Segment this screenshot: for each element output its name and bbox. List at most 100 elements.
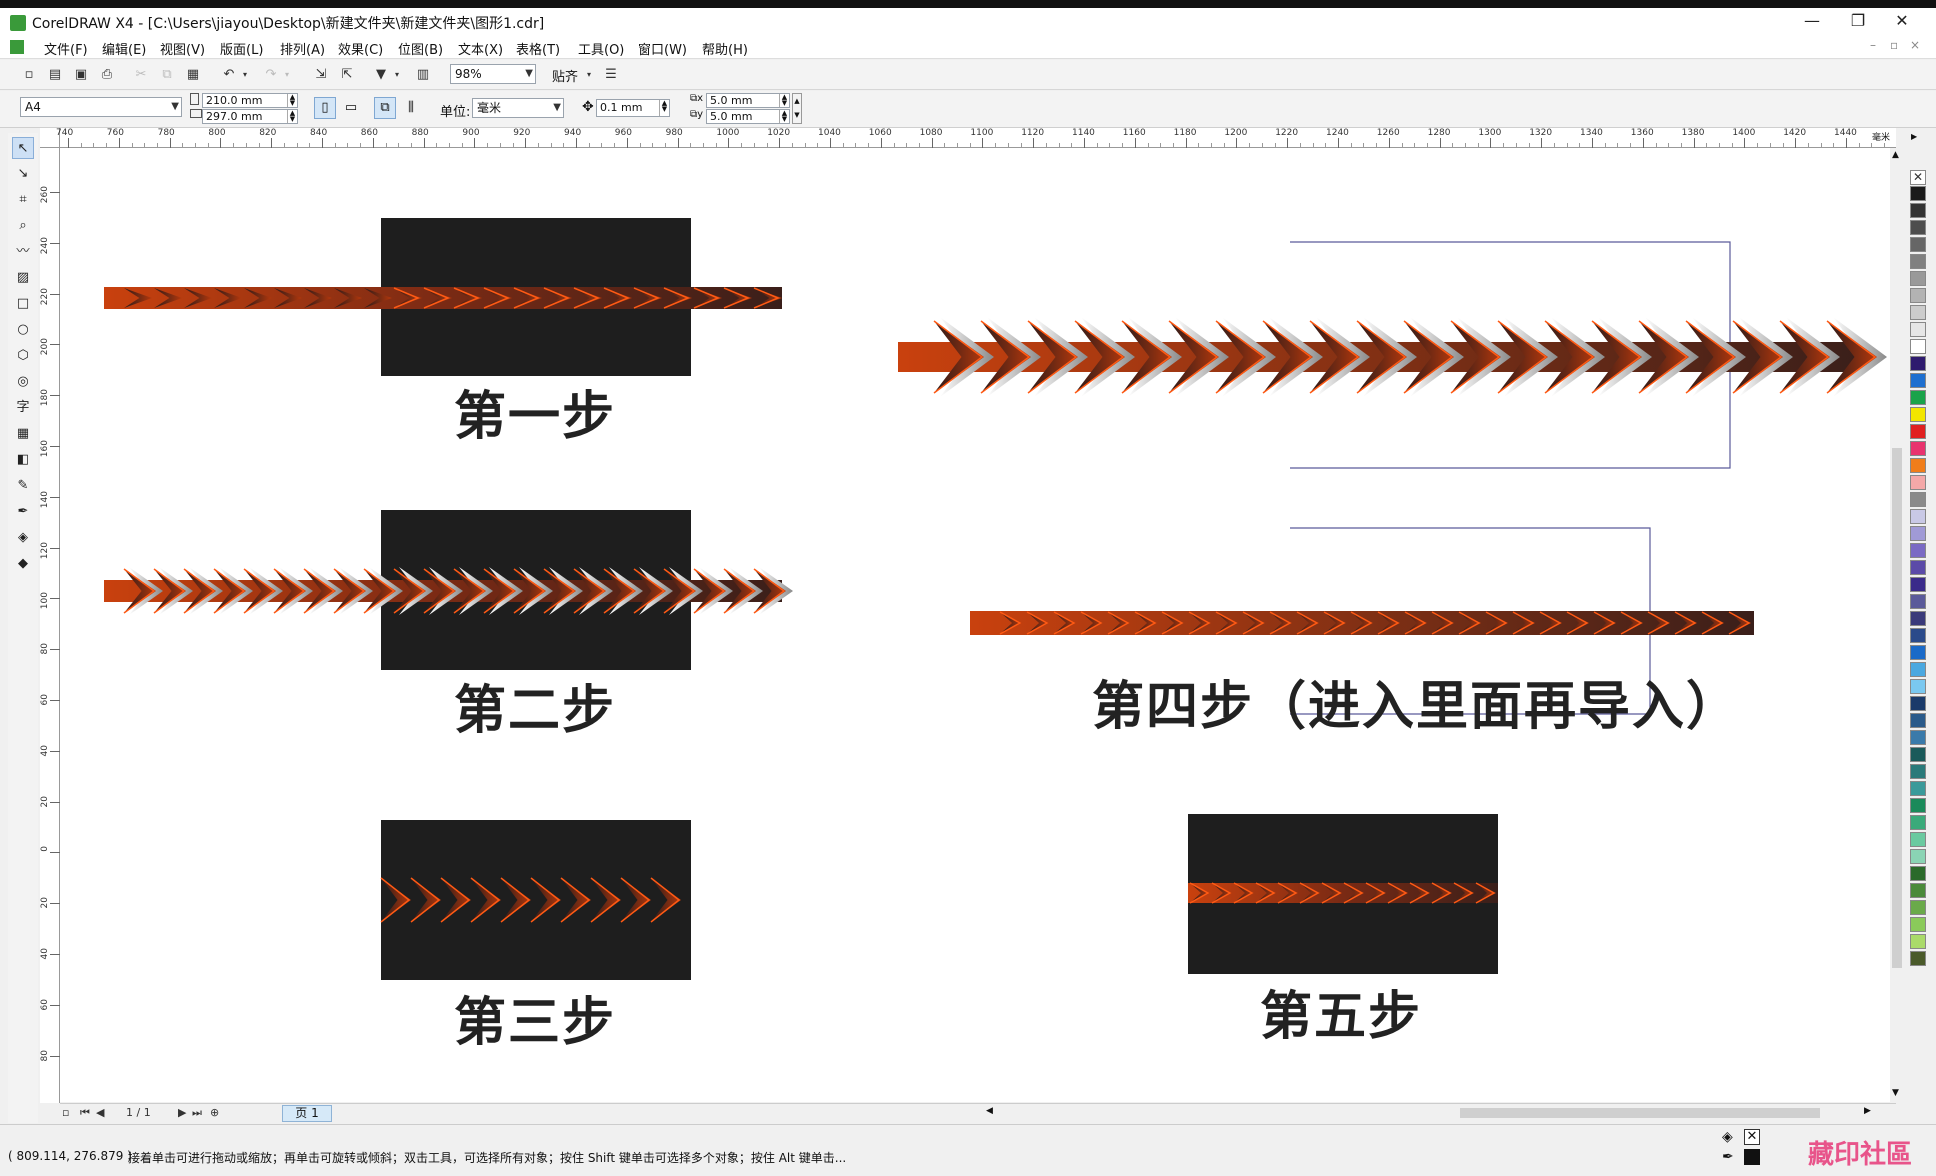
landscape-button[interactable]: ▭ [340, 97, 362, 119]
palette-swatch[interactable] [1910, 288, 1926, 303]
spin-arrows-icon[interactable]: ▲ ▼ [287, 94, 297, 107]
basic-shapes-tool-icon[interactable]: ◎ [12, 371, 34, 393]
undo-icon[interactable]: ↶ [220, 66, 238, 84]
palette-swatch[interactable] [1910, 441, 1926, 456]
first-page-icon[interactable]: ⏮ [80, 1106, 90, 1120]
palette-swatch[interactable] [1910, 475, 1926, 490]
palette-swatch[interactable] [1910, 866, 1926, 881]
redo-icon[interactable]: ↷ [262, 66, 280, 84]
menu-item-8[interactable]: 表格(T) [516, 39, 560, 58]
palette-swatch[interactable] [1910, 815, 1926, 830]
palette-swatch[interactable] [1910, 458, 1926, 473]
freehand-tool-icon[interactable]: 〰 [12, 241, 34, 263]
menu-item-9[interactable]: 工具(O) [578, 39, 624, 58]
menu-item-5[interactable]: 效果(C) [338, 39, 383, 58]
launcher-dropdown-icon[interactable]: ▾ [392, 66, 402, 84]
current-page-button[interactable]: ⫼ [400, 97, 422, 119]
save-icon[interactable]: ▣ [72, 66, 90, 84]
palette-swatch[interactable] [1910, 509, 1926, 524]
menu-item-10[interactable]: 窗口(W) [638, 39, 687, 58]
palette-swatch[interactable] [1910, 611, 1926, 626]
pick-tool-icon[interactable]: ↖ [12, 137, 34, 159]
scroll-right-icon[interactable]: ▶ [1864, 1106, 1871, 1116]
table-tool-icon[interactable]: ▦ [12, 423, 34, 445]
last-page-icon[interactable]: ⏭ [192, 1106, 202, 1120]
outline-color-swatch[interactable] [1744, 1149, 1760, 1165]
spin-arrows-icon[interactable]: ▲ ▼ [287, 110, 297, 123]
cut-icon[interactable]: ✂ [132, 66, 150, 84]
smart-fill-tool-icon[interactable]: ▨ [12, 267, 34, 289]
palette-swatch[interactable] [1910, 713, 1926, 728]
palette-swatch[interactable] [1910, 917, 1926, 932]
menu-item-7[interactable]: 文本(X) [458, 39, 503, 58]
palette-swatch[interactable] [1910, 628, 1926, 643]
no-fill-icon[interactable]: ✕ [1744, 1129, 1760, 1145]
palette-swatch[interactable] [1910, 526, 1926, 541]
crop-tool-icon[interactable]: ⌗ [12, 189, 34, 211]
print-icon[interactable]: ⎙ [98, 66, 116, 84]
shape-tool-icon[interactable]: ↘ [12, 163, 34, 185]
palette-swatch[interactable] [1910, 662, 1926, 677]
palette-swatch[interactable] [1910, 594, 1926, 609]
import-icon[interactable]: ⇲ [312, 66, 330, 84]
open-icon[interactable]: ▤ [46, 66, 64, 84]
palette-swatch[interactable] [1910, 560, 1926, 575]
palette-swatch[interactable] [1910, 696, 1926, 711]
menu-item-11[interactable]: 帮助(H) [702, 39, 748, 58]
all-pages-button[interactable]: ⧉ [374, 97, 396, 119]
doc-restore-button[interactable]: ▫ [1890, 38, 1898, 52]
menu-item-2[interactable]: 视图(V) [160, 39, 205, 58]
palette-swatch[interactable] [1910, 730, 1926, 745]
palette-swatch[interactable] [1910, 781, 1926, 796]
page-width-field[interactable]: 210.0 mm ▲ ▼ [202, 93, 298, 108]
vertical-ruler[interactable]: 260 240 220 200 180 160 140 120 100 80 60 40 20 0 20 40… [40, 148, 60, 1103]
options-icon[interactable]: ☰ [602, 66, 620, 84]
palette-swatch[interactable] [1910, 492, 1926, 507]
palette-swatch[interactable] [1910, 764, 1926, 779]
palette-swatch[interactable] [1910, 424, 1926, 439]
redo-dropdown-icon[interactable]: ▾ [282, 66, 292, 84]
palette-swatch[interactable] [1910, 390, 1926, 405]
application-launcher-icon[interactable]: ▼ [372, 66, 390, 84]
spin-arrows-icon[interactable]: ▲ ▼ [659, 100, 669, 116]
scroll-down-icon[interactable]: ▼ [1892, 1088, 1899, 1098]
palette-swatch[interactable] [1910, 747, 1926, 762]
palette-swatch[interactable] [1910, 798, 1926, 813]
portrait-button[interactable]: ▯ [314, 97, 336, 119]
menu-item-0[interactable]: 文件(F) [44, 39, 88, 58]
spin-arrows-icon[interactable]: ▲ ▼ [779, 94, 789, 107]
menu-item-3[interactable]: 版面(L) [220, 39, 263, 58]
palette-swatch[interactable] [1910, 373, 1926, 388]
eyedropper-tool-icon[interactable]: ✎ [12, 475, 34, 497]
duplicate-y-field[interactable]: 5.0 mm ▲ ▼ [706, 109, 790, 124]
drawing-canvas[interactable]: 第一步 第二步 第三步 第四步（进入里面再导入） 第五步 [60, 148, 1896, 1102]
ellipse-tool-icon[interactable]: ○ [12, 319, 34, 341]
text-tool-icon[interactable]: 字 [12, 397, 34, 419]
zoom-tool-icon[interactable]: ⌕ [12, 215, 34, 237]
scroll-left-icon[interactable]: ◀ [986, 1106, 993, 1116]
vertical-scroll-thumb[interactable] [1892, 448, 1902, 968]
palette-swatch[interactable] [1910, 679, 1926, 694]
copy-icon[interactable]: ⧉ [158, 66, 176, 84]
menu-item-1[interactable]: 编辑(E) [102, 39, 146, 58]
export-icon[interactable]: ⇱ [338, 66, 356, 84]
outline-indicator-icon[interactable]: ✒ [1722, 1149, 1734, 1165]
restore-button[interactable]: ❐ [1838, 10, 1878, 34]
palette-swatch[interactable] [1910, 900, 1926, 915]
minimize-button[interactable]: — [1792, 10, 1832, 34]
palette-swatch[interactable] [1910, 339, 1926, 354]
palette-swatch[interactable] [1910, 237, 1926, 252]
palette-swatch[interactable] [1910, 543, 1926, 558]
horizontal-scroll-thumb[interactable] [1460, 1108, 1820, 1118]
previous-page-icon[interactable]: ◀ [96, 1106, 104, 1119]
zoom-level-select[interactable]: 98% ▼ [450, 64, 536, 84]
palette-swatch[interactable] [1910, 220, 1926, 235]
palette-swatch[interactable] [1910, 849, 1926, 864]
palette-swatch[interactable] [1910, 322, 1926, 337]
horizontal-scrollbar[interactable]: ◀ ▶ [984, 1106, 1884, 1120]
palette-swatch[interactable] [1910, 577, 1926, 592]
palette-scroll-up-icon[interactable]: ▶ [1911, 132, 1917, 141]
palette-swatch[interactable] [1910, 407, 1926, 422]
palette-swatch[interactable] [1910, 254, 1926, 269]
no-fill-swatch[interactable]: ✕ [1910, 170, 1926, 185]
